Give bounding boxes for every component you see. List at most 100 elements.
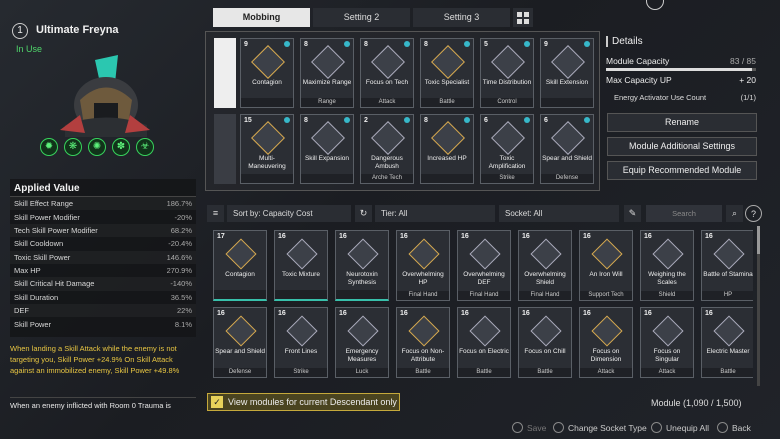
max-capacity-label: Max Capacity UP [606, 75, 672, 85]
energy-activator-value: (1/1) [740, 93, 756, 102]
socket-icon [524, 117, 530, 123]
module-card[interactable]: 8 Focus on Tech Attack [360, 38, 414, 108]
module-category: Attack [580, 368, 632, 377]
module-card[interactable]: 16 Toxic Mixture [274, 230, 328, 301]
module-card[interactable]: 16 Neurotoxin Synthesis [335, 230, 389, 301]
module-icon [591, 238, 623, 270]
module-card[interactable]: 16 Front Lines Strike [274, 307, 328, 378]
module-card[interactable]: 5 Time Distribution Control [480, 38, 534, 108]
socket-icon [344, 41, 350, 47]
stat-value: 186.7% [166, 199, 192, 209]
sort-dropdown[interactable]: Sort by: Capacity Cost [227, 205, 351, 222]
module-card[interactable]: 16 Overwhelming Shield Final Hand [518, 230, 572, 301]
inventory-scrollbar[interactable] [757, 226, 760, 386]
rename-button[interactable]: Rename [607, 113, 757, 132]
checkbox-checked-icon[interactable]: ✓ [211, 396, 223, 408]
module-category: Attack [641, 368, 693, 377]
module-card[interactable]: 2 Dangerous Ambush Arche Tech [360, 114, 414, 184]
module-name: Battle of Stamina [703, 271, 753, 278]
save-action[interactable]: Save [512, 422, 546, 433]
module-cost: 6 [484, 117, 488, 124]
module-card[interactable]: 16 Electric Master Battle [701, 307, 753, 378]
module-card[interactable]: 15 Multi-Maneuvering [240, 114, 294, 184]
module-name: Overwhelming HP [402, 271, 444, 286]
button-prompt-icon [553, 422, 564, 433]
stat-label: Toxic Skill Power [14, 252, 71, 262]
module-card[interactable]: 8 Increased HP [420, 114, 474, 184]
socket-dropdown[interactable]: Socket: All [499, 205, 619, 222]
module-cost: 9 [244, 41, 248, 48]
module-card[interactable]: 8 Maximize Range Range [300, 38, 354, 108]
stat-value: 22% [176, 306, 192, 316]
skill-1-icon[interactable]: ✹ [40, 138, 58, 156]
module-card[interactable]: 16 Focus on Electric Battle [457, 307, 511, 378]
module-cost: 8 [424, 41, 428, 48]
module-icon [530, 238, 562, 270]
module-card[interactable]: 6 Toxic Amplification Strike [480, 114, 534, 184]
skill-4-icon[interactable]: ✽ [112, 138, 130, 156]
module-cost: 9 [544, 41, 548, 48]
module-card[interactable]: 8 Toxic Specialist Battle [420, 38, 474, 108]
tab-setting-2[interactable]: Setting 2 [313, 8, 410, 27]
module-card[interactable]: 16 Focus on Non-Attribute Battle [396, 307, 450, 378]
module-category: Defense [541, 174, 593, 183]
module-category: Battle [458, 368, 510, 377]
module-name: Contagion [225, 271, 255, 278]
module-icon [286, 315, 318, 347]
stat-row: Skill Critical Hit Damage -140% [10, 277, 196, 291]
module-card[interactable]: 9 Contagion [240, 38, 294, 108]
module-category: Final Hand [397, 291, 449, 300]
module-card[interactable]: 8 Skill Expansion [300, 114, 354, 184]
equip-recommended-button[interactable]: Equip Recommended Module [607, 161, 757, 180]
module-icon [431, 45, 465, 79]
stat-label: Skill Cooldown [14, 239, 64, 249]
module-capacity-row: Module Capacity 83 / 85 [606, 56, 756, 66]
stat-row: Skill Cooldown -20.4% [10, 237, 196, 250]
refresh-icon[interactable]: ↻ [355, 205, 372, 222]
search-icon[interactable]: ⌕ [726, 205, 743, 222]
module-category: HP [702, 291, 753, 300]
module-card[interactable]: 16 Overwhelming HP Final Hand [396, 230, 450, 301]
tab-setting-3[interactable]: Setting 3 [413, 8, 510, 27]
module-card[interactable]: 16 Focus on Dimension Attack [579, 307, 633, 378]
change-socket-action[interactable]: Change Socket Type [553, 422, 647, 433]
back-action[interactable]: Back [717, 422, 751, 433]
module-card[interactable]: 9 Skill Extension [540, 38, 594, 108]
module-card[interactable]: 16 Focus on Singular Attack [640, 307, 694, 378]
module-card[interactable]: 6 Spear and Shield Defense [540, 114, 594, 184]
module-icon [713, 315, 745, 347]
applied-value-title: Applied Value [10, 179, 196, 197]
module-card[interactable]: 16 An Iron Will Support Tech [579, 230, 633, 301]
module-name: Dangerous Ambush [371, 155, 403, 170]
module-icon [530, 315, 562, 347]
grid-view-icon[interactable] [513, 8, 533, 27]
module-card[interactable]: 16 Spear and Shield Defense [213, 307, 267, 378]
module-card[interactable]: 16 Emergency Measures Luck [335, 307, 389, 378]
filter-list-icon[interactable]: ≡ [207, 205, 224, 222]
help-icon[interactable]: ? [745, 205, 762, 222]
module-card[interactable]: 16 Focus on Chill Battle [518, 307, 572, 378]
skill-2-icon[interactable]: ❋ [64, 138, 82, 156]
search-input[interactable]: Search [646, 205, 722, 222]
unequip-all-action[interactable]: Unequip All [651, 422, 709, 433]
module-card[interactable]: 16 Battle of Stamina HP [701, 230, 753, 301]
module-cost: 5 [484, 41, 488, 48]
stat-label: Max HP [14, 266, 41, 276]
tier-dropdown[interactable]: Tier: All [375, 205, 495, 222]
skill-3-icon[interactable]: ✺ [88, 138, 106, 156]
module-card[interactable]: 17 Contagion [213, 230, 267, 301]
view-current-descendant-label: View modules for current Descendant only [228, 397, 397, 407]
module-additional-settings-button[interactable]: Module Additional Settings [607, 137, 757, 156]
module-card[interactable]: 16 Overwhelming DEF Final Hand [457, 230, 511, 301]
stat-label: Tech Skill Power Modifier [14, 225, 98, 235]
tab-mobbing[interactable]: Mobbing [213, 8, 310, 27]
module-name: Toxic Amplification [488, 155, 526, 170]
module-name: Front Lines [284, 348, 318, 355]
brush-icon[interactable]: ✎ [624, 205, 641, 222]
module-category: Defense [214, 368, 266, 377]
view-current-descendant-toggle[interactable]: ✓ View modules for current Descendant on… [207, 393, 400, 411]
module-card[interactable]: 16 Weighing the Scales Shield [640, 230, 694, 301]
scroll-thumb[interactable] [757, 226, 760, 254]
stat-value: 270.9% [166, 266, 192, 276]
biohazard-icon[interactable]: ☣ [136, 138, 154, 156]
